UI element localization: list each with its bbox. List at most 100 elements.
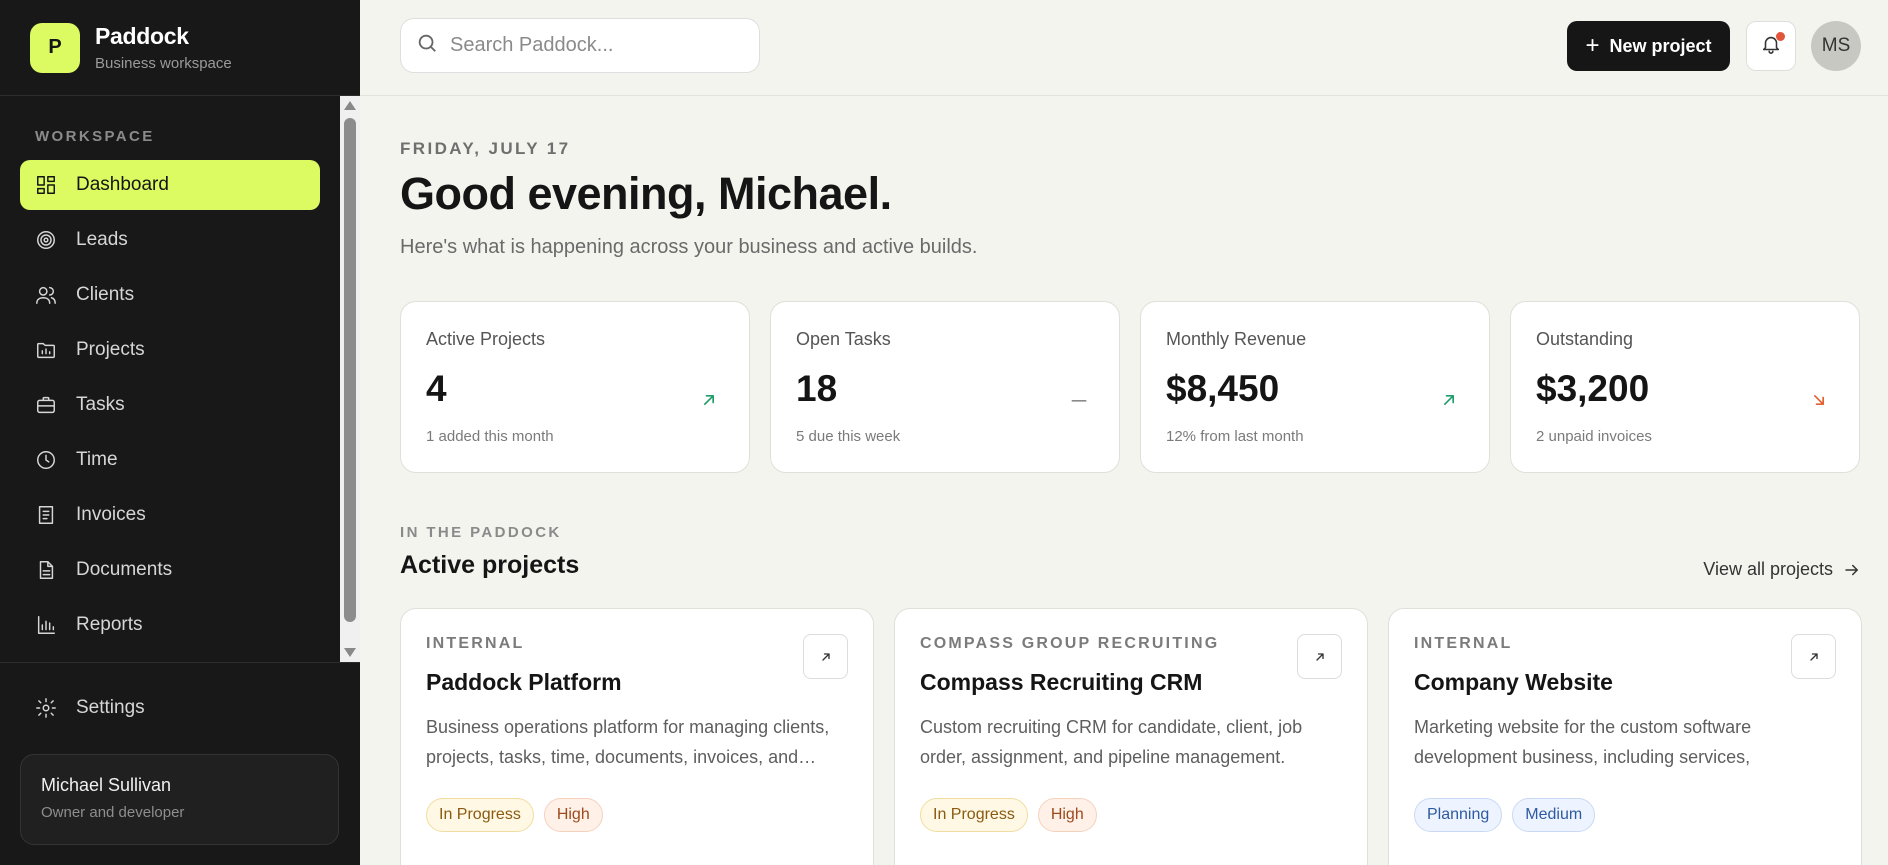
scrollbar-thumb[interactable] <box>344 118 356 622</box>
sidebar-item-label: Invoices <box>76 504 146 525</box>
sidebar-item-label: Projects <box>76 339 145 360</box>
project-tags: In Progress High <box>920 798 1342 832</box>
project-name: Paddock Platform <box>426 669 622 695</box>
user-card[interactable]: Michael Sullivan Owner and developer <box>20 754 339 845</box>
project-description: Custom recruiting CRM for candidate, cli… <box>920 717 1303 767</box>
sidebar-item-documents[interactable]: Documents <box>20 545 320 595</box>
status-badge: In Progress <box>920 798 1028 832</box>
arrow-up-right-icon <box>821 652 830 661</box>
sidebar-item-time[interactable]: Time <box>20 435 320 485</box>
sidebar-item-clients[interactable]: Clients <box>20 270 320 320</box>
user-role: Owner and developer <box>41 804 185 821</box>
open-project-button[interactable] <box>1297 634 1342 679</box>
view-all-label: View all projects <box>1703 559 1833 579</box>
project-tags: In Progress High <box>426 798 848 832</box>
sidebar-item-tasks[interactable]: Tasks <box>20 380 320 430</box>
stat-card-open-tasks[interactable]: Open Tasks 18 5 due this week <box>770 301 1120 473</box>
brand-text: Paddock Business workspace <box>95 23 232 72</box>
brand-name: Paddock <box>95 23 189 49</box>
section-eyebrow: IN THE PADDOCK <box>400 524 562 541</box>
stat-label: Open Tasks <box>796 329 891 349</box>
status-badge: In Progress <box>426 798 534 832</box>
trend-flat-icon <box>1069 390 1089 410</box>
stat-note: 5 due this week <box>796 428 901 445</box>
briefcase-icon <box>35 394 57 416</box>
plus-icon: + <box>1585 32 1600 59</box>
users-icon <box>35 284 57 306</box>
project-name: Compass Recruiting CRM <box>920 669 1203 695</box>
stat-value: 18 <box>796 368 838 409</box>
sidebar: P Paddock Business workspace WORKSPACE D… <box>0 0 360 865</box>
project-tags: Planning Medium <box>1414 798 1836 832</box>
user-name: Michael Sullivan <box>41 775 172 795</box>
project-name: Company Website <box>1414 669 1613 695</box>
sidebar-item-label: Dashboard <box>76 174 169 195</box>
topbar: + New project MS <box>360 0 1888 96</box>
page-title: Good evening, Michael. <box>400 168 892 219</box>
scroll-up-arrow-icon[interactable] <box>344 101 356 110</box>
sidebar-nav: WORKSPACE Dashboard Leads Clients Projec… <box>0 96 360 662</box>
nav-list: Dashboard Leads Clients Projects Tasks T… <box>20 160 320 655</box>
sidebar-item-label: Leads <box>76 229 128 250</box>
project-client: INTERNAL <box>426 635 525 652</box>
project-card-paddock-platform[interactable]: INTERNAL Paddock Platform Business opera… <box>400 608 874 865</box>
priority-badge: High <box>543 798 603 832</box>
sidebar-item-invoices[interactable]: Invoices <box>20 490 320 540</box>
open-project-button[interactable] <box>803 634 848 679</box>
stat-label: Active Projects <box>426 329 546 349</box>
open-project-button[interactable] <box>1791 634 1836 679</box>
notification-dot <box>1776 32 1785 41</box>
target-icon <box>35 229 57 251</box>
clock-icon <box>35 449 57 471</box>
trend-up-icon <box>699 390 719 410</box>
nav-section-label: WORKSPACE <box>35 128 155 145</box>
sidebar-scrollbar[interactable] <box>340 96 360 662</box>
sidebar-footer: Settings Michael Sullivan Owner and deve… <box>0 662 360 865</box>
scroll-down-arrow-icon[interactable] <box>344 648 356 657</box>
page-subtitle: Here's what is happening across your bus… <box>400 236 978 258</box>
sidebar-item-label: Reports <box>76 614 143 635</box>
folder-icon <box>35 339 57 361</box>
priority-badge: Medium <box>1512 798 1596 832</box>
search-input[interactable] <box>450 34 740 57</box>
new-project-button[interactable]: + New project <box>1567 21 1730 71</box>
project-description: Business operations platform for managin… <box>426 717 830 767</box>
project-card-company-website[interactable]: INTERNAL Company Website Marketing websi… <box>1388 608 1862 865</box>
sidebar-item-dashboard[interactable]: Dashboard <box>20 160 320 210</box>
sidebar-item-leads[interactable]: Leads <box>20 215 320 265</box>
stat-note: 1 added this month <box>426 428 554 445</box>
stat-note: 12% from last month <box>1166 428 1304 445</box>
status-badge: Planning <box>1414 798 1503 832</box>
section-title: Active projects <box>400 551 580 579</box>
brand-subtitle: Business workspace <box>95 55 232 72</box>
sidebar-item-label: Settings <box>76 697 145 718</box>
sidebar-item-label: Clients <box>76 284 135 305</box>
document-icon <box>35 559 57 581</box>
dashboard-icon <box>35 174 57 196</box>
receipt-icon <box>35 504 57 526</box>
notifications-button[interactable] <box>1746 21 1796 71</box>
stat-card-monthly-revenue[interactable]: Monthly Revenue $8,450 12% from last mon… <box>1140 301 1490 473</box>
arrow-up-right-icon <box>1809 652 1818 661</box>
brand-logo[interactable]: P <box>30 22 80 73</box>
sidebar-item-reports[interactable]: Reports <box>20 600 320 650</box>
project-description: Marketing website for the custom softwar… <box>1414 717 1752 767</box>
sidebar-item-label: Tasks <box>76 394 125 415</box>
sidebar-item-label: Documents <box>76 559 173 580</box>
trend-up-icon <box>1439 390 1459 410</box>
sidebar-item-projects[interactable]: Projects <box>20 325 320 375</box>
stat-value: $3,200 <box>1536 368 1650 409</box>
arrow-right-icon <box>1845 564 1858 575</box>
stat-value: $8,450 <box>1166 368 1280 409</box>
bar-chart-icon <box>35 614 57 636</box>
avatar[interactable]: MS <box>1811 21 1861 71</box>
stat-card-outstanding[interactable]: Outstanding $3,200 2 unpaid invoices <box>1510 301 1860 473</box>
priority-badge: High <box>1037 798 1097 832</box>
stat-card-active-projects[interactable]: Active Projects 4 1 added this month <box>400 301 750 473</box>
search-icon <box>416 32 438 59</box>
search-box[interactable] <box>400 18 760 73</box>
sidebar-item-settings[interactable]: Settings <box>20 683 320 733</box>
view-all-projects-link[interactable]: View all projects <box>1703 559 1861 580</box>
stat-label: Monthly Revenue <box>1166 329 1307 349</box>
project-card-compass-recruiting-crm[interactable]: COMPASS GROUP RECRUITING Compass Recruit… <box>894 608 1368 865</box>
